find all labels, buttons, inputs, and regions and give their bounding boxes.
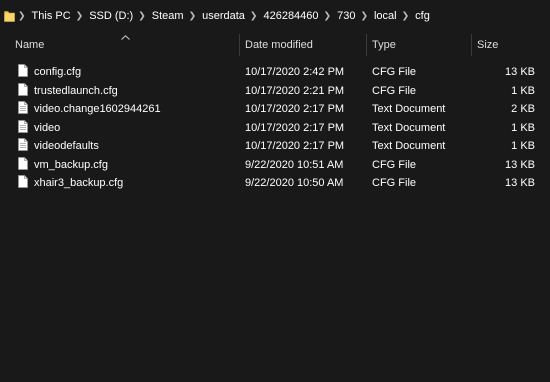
file-type: Text Document	[372, 103, 446, 115]
file-explorer-window: ❯ This PC ❯ SSD (D:) ❯ Steam ❯ userdata …	[0, 0, 550, 382]
file-name: videodefaults	[34, 140, 99, 152]
chevron-right-icon[interactable]: ❯	[245, 10, 264, 21]
file-name: config.cfg	[34, 66, 82, 78]
file-type: Text Document	[372, 121, 446, 134]
file-date-modified: 9/22/2020 10:51 AM	[245, 158, 344, 171]
breadcrumb-item-user-id[interactable]: 426284460	[263, 10, 318, 22]
breadcrumb-item-730[interactable]: 730	[337, 10, 355, 22]
file-icon	[18, 82, 29, 97]
text-document-icon	[18, 101, 29, 115]
file-type: Text Document	[372, 140, 446, 152]
column-header-size[interactable]: Size	[477, 32, 498, 58]
text-document-icon	[18, 138, 29, 152]
file-name: vm_backup.cfg	[34, 158, 108, 171]
chevron-right-icon[interactable]: ❯	[18, 10, 32, 21]
file-row[interactable]: videodefaults 10/17/2020 2:17 PM Text Do…	[0, 137, 550, 156]
column-header-type[interactable]: Type	[372, 32, 396, 58]
file-row[interactable]: video.change1602944261 10/17/2020 2:17 P…	[0, 100, 550, 119]
breadcrumb-item-userdata[interactable]: userdata	[202, 10, 245, 22]
folder-icon	[4, 11, 15, 22]
column-divider[interactable]	[471, 34, 472, 56]
column-header: Name Date modified Type Size	[0, 32, 550, 58]
file-date-modified: 10/17/2020 2:42 PM	[245, 66, 345, 78]
file-row[interactable]: xhair3_backup.cfg 9/22/2020 10:50 AM CFG…	[0, 174, 550, 193]
breadcrumb-item-steam[interactable]: Steam	[152, 10, 184, 22]
file-list: config.cfg 10/17/2020 2:42 PM CFG File 1…	[0, 63, 550, 193]
file-type: CFG File	[372, 84, 416, 97]
breadcrumb-item-cfg[interactable]: cfg	[415, 10, 430, 22]
column-header-name[interactable]: Name	[15, 32, 44, 58]
file-size: 13 KB	[505, 177, 535, 189]
file-row[interactable]: video 10/17/2020 2:17 PM Text Document 1…	[0, 119, 550, 138]
file-date-modified: 10/17/2020 2:17 PM	[245, 103, 345, 115]
file-date-modified: 9/22/2020 10:50 AM	[245, 177, 344, 189]
file-name: trustedlaunch.cfg	[34, 84, 118, 97]
file-size: 2 KB	[511, 103, 535, 115]
column-divider[interactable]	[239, 34, 240, 56]
file-date-modified: 10/17/2020 2:21 PM	[245, 84, 345, 97]
file-icon	[18, 156, 29, 171]
file-size: 1 KB	[511, 84, 535, 97]
breadcrumb-item-this-pc[interactable]: This PC	[32, 10, 71, 22]
column-header-date-modified[interactable]: Date modified	[245, 32, 313, 58]
file-type: CFG File	[372, 177, 416, 189]
file-row[interactable]: trustedlaunch.cfg 10/17/2020 2:21 PM CFG…	[0, 82, 550, 101]
chevron-right-icon[interactable]: ❯	[71, 10, 90, 21]
breadcrumb-item-ssd[interactable]: SSD (D:)	[89, 10, 133, 22]
file-type: CFG File	[372, 158, 416, 171]
text-document-icon	[18, 119, 29, 134]
address-bar[interactable]: ❯ This PC ❯ SSD (D:) ❯ Steam ❯ userdata …	[0, 0, 550, 32]
chevron-right-icon[interactable]: ❯	[184, 10, 203, 21]
file-row[interactable]: config.cfg 10/17/2020 2:42 PM CFG File 1…	[0, 63, 550, 82]
file-icon	[18, 64, 29, 78]
file-row[interactable]: vm_backup.cfg 9/22/2020 10:51 AM CFG Fil…	[0, 156, 550, 175]
chevron-right-icon[interactable]: ❯	[355, 10, 374, 21]
file-size: 13 KB	[505, 66, 535, 78]
file-name: video	[34, 121, 61, 134]
chevron-right-icon[interactable]: ❯	[133, 10, 152, 21]
column-divider[interactable]	[366, 34, 367, 56]
file-name: xhair3_backup.cfg	[34, 177, 124, 189]
chevron-right-icon[interactable]: ❯	[319, 10, 338, 21]
file-type: CFG File	[372, 66, 416, 78]
chevron-right-icon[interactable]: ❯	[397, 10, 416, 21]
breadcrumb-item-local[interactable]: local	[374, 10, 397, 22]
file-size: 13 KB	[505, 158, 535, 171]
sort-ascending-arrow-icon	[121, 35, 130, 40]
file-size: 1 KB	[511, 140, 535, 152]
file-size: 1 KB	[511, 121, 535, 134]
file-date-modified: 10/17/2020 2:17 PM	[245, 121, 345, 134]
file-icon	[18, 175, 29, 189]
file-name: video.change1602944261	[34, 103, 161, 115]
file-date-modified: 10/17/2020 2:17 PM	[245, 140, 345, 152]
breadcrumb: ❯ This PC ❯ SSD (D:) ❯ Steam ❯ userdata …	[18, 0, 430, 32]
